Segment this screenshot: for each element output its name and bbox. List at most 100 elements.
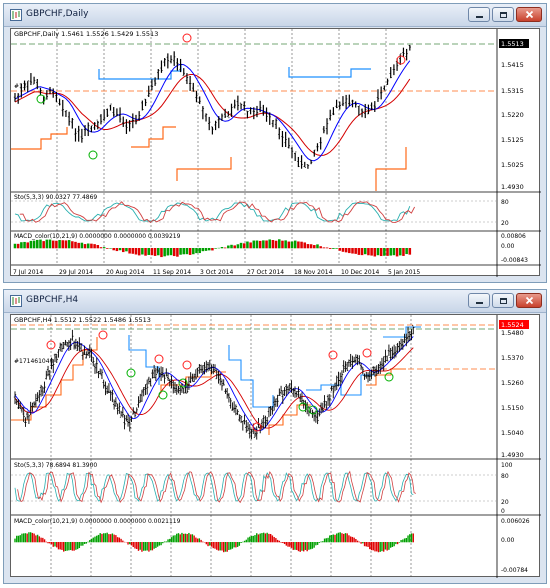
macd-bar	[132, 542, 134, 548]
macd-bar	[320, 541, 322, 543]
window-titlebar[interactable]: GBPCHF,Daily	[4, 4, 546, 27]
macd-bar	[228, 542, 230, 551]
close-button[interactable]	[516, 293, 542, 308]
macd-bar	[231, 542, 234, 549]
macd-bar	[258, 240, 262, 249]
macd-bar	[103, 533, 105, 543]
macd-bar	[242, 243, 246, 249]
restore-button[interactable]	[492, 293, 514, 308]
macd-bar	[412, 533, 414, 543]
macd-bar	[348, 535, 350, 543]
macd-bar	[131, 248, 135, 254]
macd-bar	[56, 542, 58, 548]
macd-bar	[47, 542, 49, 544]
chart-area[interactable]: 1.5513 1.5415 1.5315 1.5220 1.5125 1.502…	[10, 28, 541, 277]
macd-bar	[242, 541, 244, 543]
price-label-5: 1.4930	[501, 451, 524, 459]
macd-bar	[316, 542, 319, 545]
macd-bar	[76, 542, 79, 550]
macd-bar	[20, 242, 23, 249]
macd-bar	[174, 535, 176, 543]
macd-bar	[389, 542, 392, 548]
macd-bar	[163, 248, 166, 257]
macd-bar	[362, 542, 364, 544]
macd-bar	[293, 240, 297, 249]
macd-bar	[99, 247, 103, 249]
macd-bar	[176, 248, 179, 257]
price-label-2: 1.5260	[501, 379, 524, 387]
macd-bar	[313, 245, 316, 249]
macd-bar	[263, 532, 265, 543]
chart-area[interactable]: 1.5524 1.5480 1.5370 1.5260 1.5150 1.504…	[10, 314, 541, 578]
macd-bar	[274, 240, 278, 249]
minimize-button[interactable]	[468, 293, 490, 308]
macd-bar	[249, 242, 252, 249]
macd-tick-top: 0.006026	[501, 518, 530, 525]
macd-bar	[141, 248, 144, 255]
macd-bar	[358, 541, 361, 543]
macd-bar	[245, 539, 247, 543]
macd-bar	[16, 243, 20, 249]
window-titlebar[interactable]: GBPCHF,H4	[4, 290, 546, 313]
restore-button[interactable]	[492, 7, 514, 22]
macd-bar	[28, 532, 30, 543]
macd-bar	[90, 538, 93, 543]
macd-bar	[59, 542, 61, 550]
macd-bar	[127, 542, 129, 545]
macd-bar	[184, 533, 187, 543]
macd-tick-zero: 0.00	[501, 537, 515, 544]
macd-bar	[182, 248, 186, 255]
macd-bar	[92, 537, 94, 543]
macd-bar	[256, 533, 258, 543]
macd-bar	[247, 537, 249, 543]
macd-tick-bottom: -0.00843	[501, 257, 528, 264]
macd-bar	[49, 542, 51, 544]
macd-bar	[40, 537, 42, 543]
macd-bar	[227, 245, 230, 249]
macd-bar	[292, 542, 294, 550]
h4-chart[interactable]: 1.5524 1.5480 1.5370 1.5260 1.5150 1.504…	[11, 315, 541, 578]
macd-bar	[250, 535, 253, 543]
macd-bar	[85, 542, 87, 544]
macd-bar	[191, 534, 194, 543]
macd-bar	[229, 542, 232, 550]
current-price-label: 1.5513	[501, 40, 524, 48]
macd-bar	[306, 542, 308, 552]
minimize-button[interactable]	[468, 7, 490, 22]
macd-bar	[169, 248, 173, 256]
macd-bar	[201, 248, 205, 252]
macd-bar	[101, 533, 103, 543]
macd-bar	[285, 542, 287, 546]
macd-bar	[223, 247, 227, 249]
close-button[interactable]	[516, 7, 542, 22]
chart-window-h4[interactable]: GBPCHF,H4 1.5524 1.5480 1.5370 1.5260 1.…	[3, 289, 547, 584]
macd-bar	[338, 248, 342, 251]
macd-bar	[196, 538, 199, 543]
macd-bar	[290, 542, 293, 548]
macd-bar	[325, 247, 329, 249]
macd-bar	[349, 536, 352, 543]
macd-bar	[402, 248, 405, 256]
macd-bar	[63, 542, 65, 552]
price-label-1: 1.5415	[501, 61, 524, 69]
chart-window-daily[interactable]: GBPCHF,Daily 1.5513 1.5415 1.5315 1.5220…	[3, 3, 547, 283]
macd-bar	[112, 248, 115, 251]
macd-bar	[391, 542, 394, 548]
macd-bar	[61, 542, 63, 550]
daily-chart[interactable]: 1.5513 1.5415 1.5315 1.5220 1.5125 1.502…	[11, 29, 541, 277]
macd-bar	[319, 246, 322, 249]
macd-bar	[405, 537, 407, 543]
macd-bar	[116, 537, 119, 543]
macd-label: MACD_color(10,21,9) 0.0000000 0.0000000 …	[14, 233, 181, 240]
macd-bar	[332, 534, 334, 543]
macd-bar	[300, 241, 303, 249]
price-label-6: 1.4930	[501, 183, 524, 191]
sto-tick-0: 0	[501, 508, 505, 515]
macd-bar	[304, 542, 307, 550]
macd-bar	[26, 242, 30, 249]
macd-bar	[389, 248, 392, 256]
macd-bar	[395, 542, 397, 545]
window-title: GBPCHF,H4	[26, 295, 79, 305]
macd-bar	[195, 537, 197, 543]
macd-bar	[214, 542, 216, 549]
